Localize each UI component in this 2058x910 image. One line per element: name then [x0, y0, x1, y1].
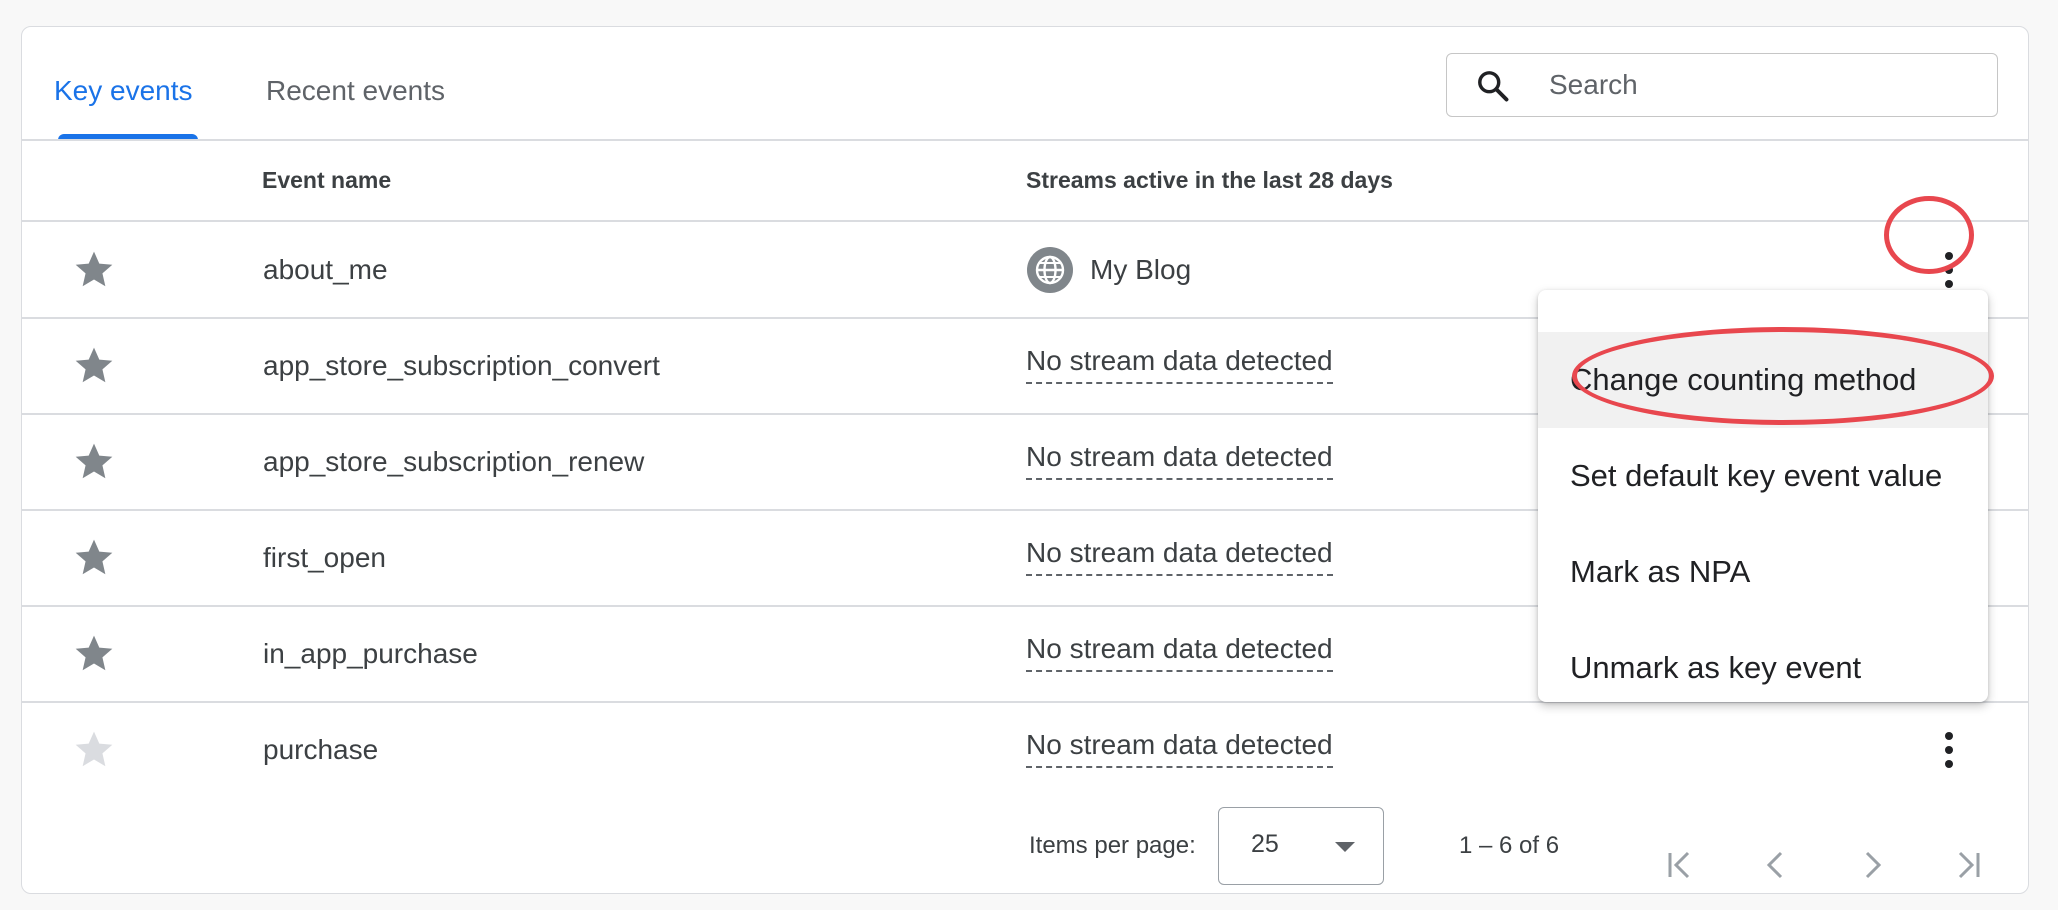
stream-name: My Blog [1090, 254, 1192, 285]
event-name: app_store_subscription_renew [263, 446, 645, 477]
no-stream-data-link[interactable]: No stream data detected [1026, 632, 1333, 672]
items-per-page-label: Items per page: [1029, 832, 1196, 859]
event-name: app_store_subscription_convert [263, 350, 660, 381]
page-size-value: 25 [1251, 830, 1279, 858]
no-stream-data-link[interactable]: No stream data detected [1026, 344, 1333, 384]
tab-recent-events[interactable]: Recent events [266, 71, 445, 111]
star-icon[interactable] [72, 343, 116, 387]
search-box[interactable] [1446, 53, 1998, 117]
table-row: purchase No stream data detected [22, 702, 2028, 797]
page-size-select[interactable]: 25 [1218, 807, 1384, 885]
star-outline-icon[interactable] [72, 727, 116, 771]
next-page-icon[interactable] [1852, 845, 1892, 885]
page-range-label: 1 – 6 of 6 [1459, 832, 1560, 859]
dropdown-arrow-icon [1335, 842, 1355, 852]
first-page-icon[interactable] [1660, 845, 1700, 885]
event-name: about_me [263, 254, 388, 285]
menu-item-unmark-key-event[interactable]: Unmark as key event [1538, 620, 1988, 716]
search-input[interactable] [1547, 62, 1971, 108]
no-stream-data-link[interactable]: No stream data detected [1026, 440, 1333, 480]
previous-page-icon[interactable] [1756, 845, 1796, 885]
last-page-icon[interactable] [1948, 845, 1988, 885]
menu-item-mark-as-npa[interactable]: Mark as NPA [1538, 524, 1988, 620]
no-stream-data-link[interactable]: No stream data detected [1026, 536, 1333, 576]
column-header-streams: Streams active in the last 28 days [1026, 167, 1393, 193]
star-icon[interactable] [72, 631, 116, 675]
column-header-event-name: Event name [262, 167, 392, 193]
no-stream-data-link[interactable]: No stream data detected [1026, 728, 1333, 768]
event-name: in_app_purchase [263, 638, 478, 669]
annotation-circle [1884, 196, 1974, 274]
search-icon [1478, 71, 1509, 102]
globe-icon [1027, 247, 1073, 293]
star-icon[interactable] [72, 439, 116, 483]
event-name: first_open [263, 542, 386, 573]
more-vert-icon[interactable] [1929, 728, 1969, 772]
star-icon[interactable] [72, 247, 116, 291]
star-icon[interactable] [72, 535, 116, 579]
menu-item-set-default-value[interactable]: Set default key event value [1538, 428, 1988, 524]
annotation-ellipse [1572, 327, 1994, 425]
divider [22, 139, 2028, 141]
tab-key-events[interactable]: Key events [54, 71, 193, 111]
event-name: purchase [263, 734, 379, 765]
